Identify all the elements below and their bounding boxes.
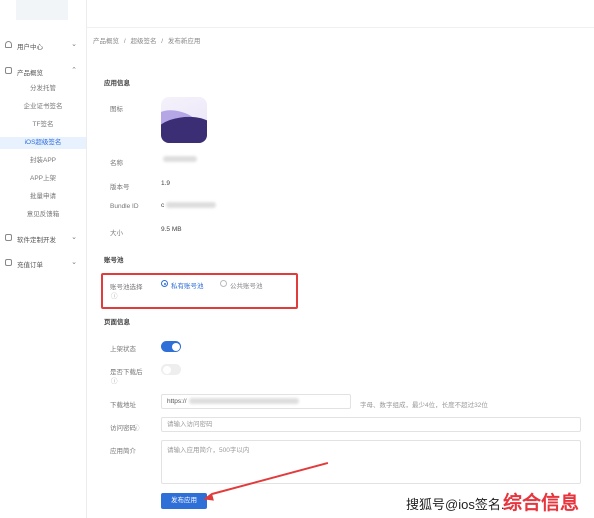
- section-title-account-pool: 账号池: [104, 257, 124, 264]
- arrow-head-icon: [202, 492, 214, 504]
- sidebar-item-label: 用户中心: [17, 44, 43, 51]
- version-label: 版本号: [110, 184, 130, 191]
- breadcrumb-item[interactable]: 产品概览: [93, 38, 119, 45]
- sidebar-subitem[interactable]: 分发托管: [0, 83, 86, 95]
- radio-private-pool[interactable]: [161, 280, 168, 287]
- sidebar-item-user-center[interactable]: 用户中心 ⌄: [0, 38, 86, 52]
- chevron-down-icon: ⌄: [71, 41, 77, 48]
- sidebar-item-orders[interactable]: 充值订单 ⌄: [0, 256, 86, 270]
- sidebar-subitem[interactable]: 封装APP: [0, 155, 86, 167]
- sidebar-item-label: 软件定制开发: [17, 237, 56, 244]
- help-icon: ⓘ: [133, 425, 140, 432]
- app-icon: [161, 97, 207, 143]
- radio-shared-pool[interactable]: [220, 280, 227, 287]
- help-icon: ⓘ: [111, 293, 118, 300]
- chevron-down-icon: ⌄: [71, 259, 77, 266]
- sidebar: 用户中心 ⌄ 产品概览 ⌃ 分发托管 企业证书签名 TF签名 iOS超级签名 封…: [0, 0, 87, 518]
- radio-private-pool-label[interactable]: 私有账号池: [171, 280, 204, 290]
- download-url-hint: 字母、数字组成，最少4位，长度不超过32位: [360, 402, 488, 409]
- publish-button[interactable]: 发布应用: [161, 493, 207, 509]
- size-value: 9.5 MB: [161, 226, 182, 233]
- breadcrumb-separator: /: [161, 38, 164, 45]
- radio-shared-pool-label[interactable]: 公共账号池: [230, 280, 263, 290]
- download-url-label: 下载地址: [110, 402, 136, 409]
- header-divider: [86, 27, 594, 28]
- app-name-value: [163, 156, 197, 163]
- bundle-id-label: Bundle ID: [110, 203, 139, 210]
- shelf-status-toggle[interactable]: [161, 341, 181, 352]
- section-title-page-info: 页面信息: [104, 319, 130, 326]
- icon-label: 图标: [110, 106, 123, 113]
- grid-icon: [5, 67, 12, 74]
- bundle-id-text: c: [161, 202, 165, 209]
- breadcrumb-current: 发布新应用: [167, 38, 201, 45]
- sidebar-item-label: 产品概览: [17, 70, 43, 77]
- sidebar-item-label: 充值订单: [17, 262, 43, 269]
- shelf-status-label: 上架状态: [110, 346, 136, 353]
- sidebar-subitem[interactable]: 企业证书签名: [0, 101, 86, 113]
- logo: [16, 0, 68, 20]
- sidebar-subitem[interactable]: 意见反馈箱: [0, 209, 86, 221]
- breadcrumb-item[interactable]: 超级签名: [130, 38, 156, 45]
- chevron-up-icon: ⌃: [71, 67, 77, 74]
- download-after-toggle[interactable]: [161, 364, 181, 375]
- brand-watermark: 综合信息: [503, 492, 580, 514]
- sidebar-item-product-overview[interactable]: 产品概览 ⌃: [0, 64, 86, 78]
- download-url-value: https://: [167, 398, 187, 405]
- user-icon: [5, 41, 12, 48]
- download-url-input[interactable]: https://: [161, 394, 351, 409]
- sidebar-subitem[interactable]: 批量申请: [0, 191, 86, 203]
- size-label: 大小: [110, 230, 123, 237]
- help-icon: ⓘ: [111, 378, 118, 385]
- sidebar-item-custom-dev[interactable]: 软件定制开发 ⌄: [0, 231, 86, 245]
- password-input[interactable]: 请输入访问密码: [161, 417, 581, 432]
- receipt-icon: [5, 259, 12, 266]
- sidebar-subitem-active[interactable]: iOS超级签名: [0, 137, 86, 149]
- watermark-text: 搜狐号@ios签名...: [406, 497, 512, 512]
- highlight-box: [101, 273, 298, 309]
- bundle-id-value: c: [161, 202, 217, 209]
- breadcrumb: 产品概览 / 超级签名 / 发布新应用: [93, 35, 203, 45]
- sidebar-subitem[interactable]: TF签名: [0, 119, 86, 131]
- sidebar-subitem[interactable]: APP上架: [0, 173, 86, 185]
- name-label: 名称: [110, 160, 123, 167]
- description-textarea[interactable]: 请输入应用简介，500字以内: [161, 440, 581, 484]
- chevron-down-icon: ⌄: [71, 234, 77, 241]
- version-value: 1.9: [161, 180, 171, 187]
- gear-icon: [5, 234, 12, 241]
- breadcrumb-separator: /: [123, 38, 126, 45]
- section-title-app-info: 应用信息: [104, 80, 130, 87]
- description-label: 应用简介: [110, 448, 136, 455]
